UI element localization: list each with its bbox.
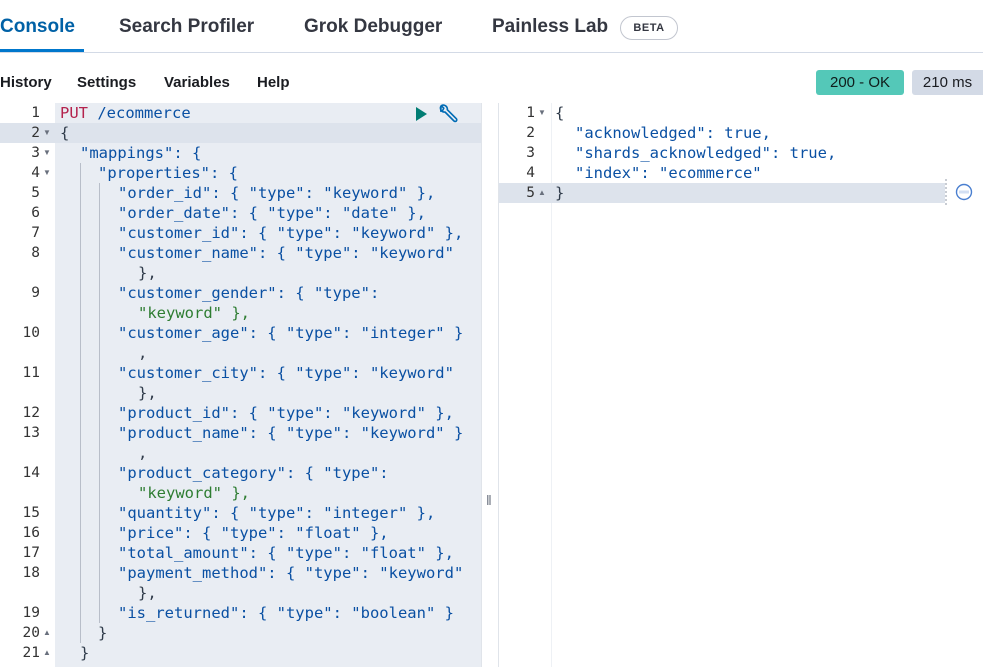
response-line: "shards_acknowledged": true, — [575, 144, 837, 162]
history-button[interactable]: History — [0, 74, 52, 91]
line-number: 9 — [31, 285, 40, 301]
request-path: /ecommerce — [97, 104, 191, 122]
line-number: 3 — [526, 145, 535, 161]
drag-handle-icon[interactable]: ‖ — [486, 492, 492, 508]
tab-search-profiler[interactable]: Search Profiler — [119, 16, 254, 38]
tab-console[interactable]: Console — [0, 16, 75, 38]
response-viewer: 1 2 3 4 5 ▼ ▲ { "acknowledged": true, "s… — [499, 103, 983, 667]
line-number: 1 — [526, 105, 535, 121]
line-number: 15 — [22, 505, 40, 521]
lint-badge-icon[interactable] — [955, 183, 973, 201]
wrench-icon[interactable] — [436, 103, 458, 125]
line-number: 3 — [31, 145, 40, 161]
code-line: { — [60, 124, 70, 142]
code-line: "customer_name": { "type": "keyword" — [118, 244, 454, 262]
code-line: "keyword" }, — [138, 304, 250, 322]
fold-arrow-icon[interactable]: ▲ — [538, 183, 546, 203]
line-number: 1 — [31, 105, 40, 121]
code-line: , — [138, 444, 148, 462]
play-icon[interactable] — [413, 106, 429, 122]
request-editor[interactable]: 1 2 3 4 5 6 7 8 9 10 11 12 13 14 15 16 1… — [0, 103, 481, 667]
code-line: "product_name": { "type": "keyword" } — [118, 424, 464, 442]
code-line: "customer_id": { "type": "keyword" }, — [118, 224, 464, 242]
response-line: "acknowledged": true, — [575, 124, 771, 142]
line-number: 19 — [22, 605, 40, 621]
response-line: { — [555, 104, 565, 122]
status-badge: 200 - OK — [816, 70, 904, 95]
tab-grok-debugger[interactable]: Grok Debugger — [304, 16, 442, 38]
code-line: "payment_method": { "type": "keyword" — [118, 564, 464, 582]
line-number: 2 — [526, 125, 535, 141]
line-number: 16 — [22, 525, 40, 541]
indent-guide — [80, 163, 81, 643]
active-tab-indicator — [0, 49, 84, 52]
top-tab-bar: Console Search Profiler Grok Debugger Pa… — [0, 0, 983, 53]
fold-arrow-icon[interactable]: ▼ — [43, 143, 51, 163]
scroll-marker — [945, 179, 947, 205]
code-line: "product_category": { "type": — [118, 464, 389, 482]
code-line: }, — [138, 264, 157, 282]
line-number: 10 — [22, 325, 40, 341]
fold-arrow-icon[interactable]: ▼ — [43, 123, 51, 143]
code-line: "customer_gender": { "type": — [118, 284, 380, 302]
response-time-badge: 210 ms — [912, 70, 983, 95]
line-number: 4 — [31, 165, 40, 181]
code-line: }, — [138, 584, 157, 602]
line-number: 18 — [22, 565, 40, 581]
code-line: }, — [138, 384, 157, 402]
line-number: 6 — [31, 205, 40, 221]
response-line: } — [555, 184, 565, 202]
tab-painless-lab[interactable]: Painless Lab — [492, 16, 608, 38]
code-line: , — [138, 344, 148, 362]
indent-guide — [99, 183, 100, 623]
code-line: "properties": { — [98, 164, 238, 182]
line-number: 4 — [526, 165, 535, 181]
beta-badge: BETA — [620, 16, 678, 40]
fold-arrow-icon[interactable]: ▼ — [538, 103, 546, 123]
code-line: "keyword" }, — [138, 484, 250, 502]
code-line: "customer_city": { "type": "keyword" — [118, 364, 454, 382]
code-line: "order_id": { "type": "keyword" }, — [118, 184, 436, 202]
code-line: "quantity": { "type": "integer" }, — [118, 504, 436, 522]
http-method: PUT — [60, 104, 88, 122]
code-line: "total_amount": { "type": "float" }, — [118, 544, 454, 562]
response-active-line — [499, 183, 945, 203]
active-line-highlight — [0, 123, 481, 143]
code-line: "product_id": { "type": "keyword" }, — [118, 404, 454, 422]
line-number: 17 — [22, 545, 40, 561]
line-number: 21 — [22, 645, 40, 661]
response-line: "index": "ecommerce" — [575, 164, 762, 182]
line-number: 13 — [22, 425, 40, 441]
code-line: "is_returned": { "type": "boolean" } — [118, 604, 454, 622]
line-number: 5 — [526, 185, 535, 201]
fold-arrow-icon[interactable]: ▲ — [43, 643, 51, 663]
line-number: 2 — [31, 125, 40, 141]
pane-resizer[interactable] — [481, 103, 499, 667]
line-number: 20 — [22, 625, 40, 641]
code-line: } — [80, 644, 90, 662]
code-line: "order_date": { "type": "date" }, — [118, 204, 426, 222]
code-line: } — [98, 624, 108, 642]
line-number: 14 — [22, 465, 40, 481]
code-line: "customer_age": { "type": "integer" } — [118, 324, 464, 342]
code-line: "price": { "type": "float" }, — [118, 524, 389, 542]
line-number: 8 — [31, 245, 40, 261]
settings-button[interactable]: Settings — [77, 74, 136, 91]
variables-button[interactable]: Variables — [164, 74, 230, 91]
help-button[interactable]: Help — [257, 74, 290, 91]
fold-arrow-icon[interactable]: ▼ — [43, 163, 51, 183]
line-number: 7 — [31, 225, 40, 241]
line-number: 12 — [22, 405, 40, 421]
code-line: "mappings": { — [80, 144, 202, 162]
request-method-line: PUT /ecommerce — [60, 103, 191, 123]
line-number: 11 — [22, 365, 40, 381]
line-number: 5 — [31, 185, 40, 201]
fold-arrow-icon[interactable]: ▲ — [43, 623, 51, 643]
